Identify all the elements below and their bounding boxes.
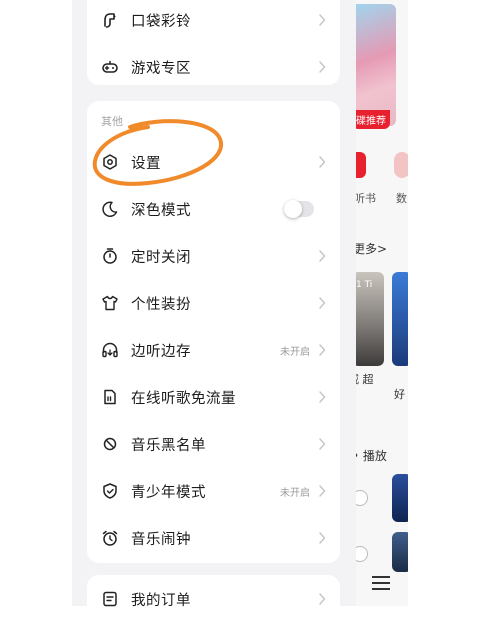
bottom-card: 我的订单 (87, 575, 340, 635)
background-app: 碟推荐 听书 数 更多> 1 Ti 戚 超 好 • 播放 (356, 0, 408, 606)
chevron-right-icon (318, 297, 326, 309)
song-title-b: 好 (394, 388, 405, 401)
moon-icon (101, 200, 119, 218)
shortcut-icon-1[interactable] (356, 152, 366, 178)
menu-item-label: 在线听歌免流量 (131, 390, 236, 407)
shield-icon (101, 482, 119, 500)
chevron-right-icon (318, 485, 326, 497)
menu-item-label: 音乐闹钟 (131, 531, 191, 548)
side-drawer: 口袋彩铃 游戏专区 其他 设置 深色模式 定时关闭 个性装扮 边听边存 未开启 … (72, 0, 356, 635)
chevron-right-icon (318, 250, 326, 262)
track-cover-1[interactable] (392, 474, 408, 522)
song-title-a: 戚 超 (356, 373, 374, 386)
alarm-clock-icon (101, 529, 119, 547)
menu-item-label: 青少年模式 (131, 484, 206, 501)
gear-icon (101, 153, 119, 171)
menu-item-teen-mode[interactable]: 青少年模式 未开启 (87, 468, 340, 514)
menu-item-label: 音乐黑名单 (131, 437, 206, 454)
track-cover-2[interactable] (392, 532, 408, 572)
chevron-right-icon (318, 14, 326, 26)
menu-item-sleep-timer[interactable]: 定时关闭 (87, 233, 340, 279)
tshirt-icon (101, 294, 119, 312)
track-play-icon-2[interactable] (356, 546, 368, 562)
chevron-right-icon (318, 61, 326, 73)
menu-item-label: 个性装扮 (131, 296, 191, 313)
shortcut-label-2: 数 (396, 192, 407, 205)
track-play-icon-1[interactable] (356, 490, 368, 506)
top-card: 口袋彩铃 游戏专区 (87, 0, 340, 85)
status-text: 未开启 (280, 487, 310, 499)
menu-item-blacklist[interactable]: 音乐黑名单 (87, 421, 340, 467)
ringtone-icon (101, 11, 119, 29)
menu-item-label: 边听边存 (131, 343, 191, 360)
menu-item-game-zone[interactable]: 游戏专区 (87, 44, 340, 90)
screenshot-margin-right (408, 0, 480, 606)
chevron-right-icon (318, 438, 326, 450)
menu-item-dark-mode[interactable]: 深色模式 (87, 186, 340, 232)
album-cover-2[interactable] (392, 272, 408, 366)
menu-item-pocket-ringtone[interactable]: 口袋彩铃 (87, 0, 340, 43)
chevron-right-icon (318, 532, 326, 544)
menu-item-settings[interactable]: 设置 (87, 139, 340, 185)
chevron-right-icon (318, 344, 326, 356)
sim-card-icon (101, 388, 119, 406)
menu-item-label: 我的订单 (131, 592, 191, 609)
gamepad-icon (101, 58, 119, 76)
banner-art[interactable] (356, 4, 396, 126)
menu-item-my-orders[interactable]: 我的订单 (87, 576, 340, 622)
menu-item-alarm[interactable]: 音乐闹钟 (87, 515, 340, 561)
other-settings-card: 其他 设置 深色模式 定时关闭 个性装扮 边听边存 未开启 在线听歌免流量 音乐… (87, 101, 340, 563)
menu-item-label: 深色模式 (131, 202, 191, 219)
shortcut-icon-2[interactable] (394, 152, 408, 178)
headphones-icon (101, 341, 119, 359)
menu-item-label: 游戏专区 (131, 60, 191, 77)
playlist-menu-icon[interactable] (372, 575, 390, 590)
shortcut-label-1: 听书 (356, 192, 376, 205)
recommend-tag: 碟推荐 (356, 110, 390, 129)
toggle-knob (284, 200, 302, 218)
menu-item-label: 设置 (131, 155, 161, 172)
blocked-icon (101, 435, 119, 453)
menu-item-themes[interactable]: 个性装扮 (87, 280, 340, 326)
album-tag: 1 Ti (356, 280, 373, 290)
section-play-label: • 播放 (356, 449, 387, 463)
order-icon (101, 590, 119, 608)
chevron-right-icon (318, 156, 326, 168)
timer-icon (101, 247, 119, 265)
menu-item-label: 口袋彩铃 (131, 13, 191, 30)
section-title: 其他 (101, 115, 123, 128)
menu-item-listen-and-save[interactable]: 边听边存 未开启 (87, 327, 340, 373)
dark-mode-toggle[interactable] (284, 200, 314, 218)
menu-item-label: 定时关闭 (131, 249, 191, 266)
screenshot-margin-left (0, 0, 72, 606)
chevron-right-icon (318, 391, 326, 403)
chevron-right-icon (318, 593, 326, 605)
more-link[interactable]: 更多> (356, 240, 387, 257)
menu-item-free-data[interactable]: 在线听歌免流量 (87, 374, 340, 420)
status-text: 未开启 (280, 346, 310, 358)
